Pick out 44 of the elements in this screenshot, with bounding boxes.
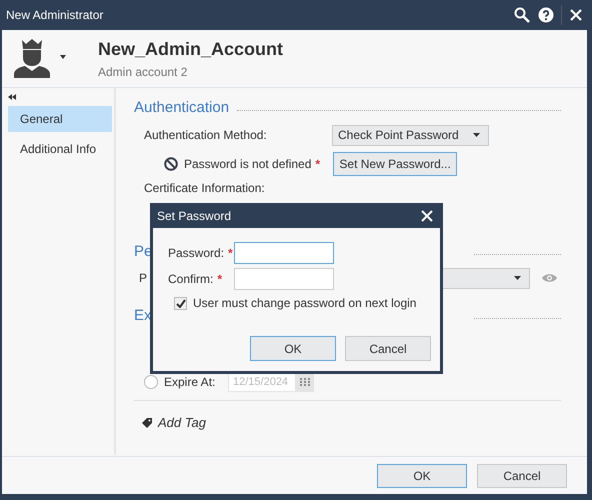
authentication-method-dropdown[interactable]: Check Point Password	[332, 124, 489, 146]
radio-button[interactable]	[144, 375, 158, 389]
check-icon	[176, 298, 186, 308]
sidebar-item[interactable]: Additional Info	[8, 136, 112, 162]
tag-icon[interactable]	[142, 417, 153, 428]
help-icon[interactable]	[538, 7, 554, 23]
object-name: New_Admin_Account	[98, 38, 284, 60]
caret-icon[interactable]	[60, 55, 66, 59]
password-status: Password is not defined	[184, 156, 312, 173]
calendar-icon	[300, 378, 310, 386]
section-heading: Authentication	[134, 98, 230, 118]
field-label: P	[139, 270, 148, 287]
required-mark: *	[217, 271, 222, 288]
checkbox[interactable]	[174, 296, 187, 310]
dialog-title: Set Password	[157, 208, 232, 224]
cancel-button[interactable]: Cancel	[345, 336, 431, 361]
object-comment: Admin account 2	[98, 64, 188, 81]
field-label: Confirm:	[168, 271, 214, 288]
set-new-password-button[interactable]: Set New Password...	[333, 152, 457, 176]
window-title: New Administrator	[6, 7, 104, 24]
input-field[interactable]	[234, 268, 334, 290]
close-icon[interactable]	[421, 210, 433, 222]
field-label: Certificate Information:	[144, 180, 265, 197]
field-label: Authentication Method:	[144, 127, 268, 144]
ok-button[interactable]: OK	[250, 336, 336, 361]
add-tag-link[interactable]: Add Tag	[158, 413, 206, 432]
dropdown[interactable]	[440, 268, 530, 288]
section-heading: Ex	[134, 306, 152, 326]
admin-avatar-icon[interactable]	[14, 38, 50, 78]
collapse-icon[interactable]	[8, 94, 16, 100]
checkbox-label: User must change password on next login	[193, 295, 416, 312]
ok-button[interactable]: OK	[377, 464, 467, 488]
cancel-button[interactable]: Cancel	[477, 464, 567, 488]
caret-icon	[514, 276, 522, 280]
field-label: Password:	[168, 245, 224, 262]
caret-icon	[472, 133, 480, 137]
input-field[interactable]	[234, 242, 334, 264]
field-label: Expire At:	[164, 374, 216, 391]
required-mark: *	[315, 156, 322, 173]
not-allowed-icon	[164, 157, 178, 171]
search-icon[interactable]	[514, 7, 530, 23]
close-icon[interactable]	[569, 8, 583, 22]
required-mark: *	[228, 245, 233, 262]
sidebar-item[interactable]: General	[8, 106, 112, 132]
